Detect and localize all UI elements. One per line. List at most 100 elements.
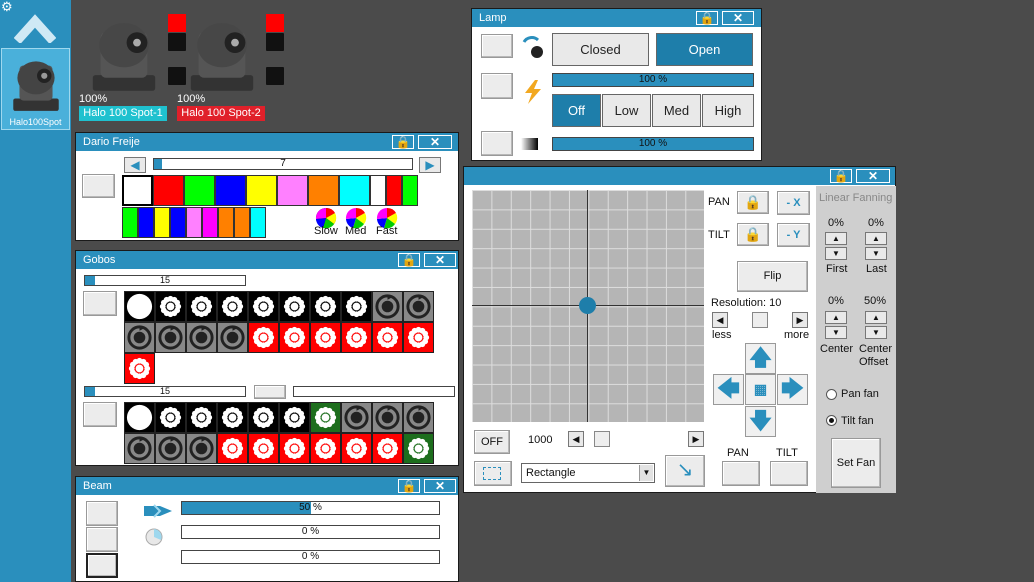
shutter-closed-button[interactable]: Closed bbox=[552, 33, 649, 66]
center-down-button[interactable]: ▼ bbox=[825, 326, 847, 339]
tilt-bottom-button[interactable] bbox=[770, 461, 808, 486]
color-swatch[interactable] bbox=[277, 175, 308, 206]
speed-right-button[interactable]: ▶ bbox=[688, 431, 704, 447]
color-swatch[interactable] bbox=[215, 175, 246, 206]
arrow-right-button[interactable]: 🡆 bbox=[777, 374, 808, 405]
gobo-slot[interactable] bbox=[341, 291, 372, 322]
lock-icon[interactable]: 🔒 bbox=[392, 135, 414, 149]
last-down-button[interactable]: ▼ bbox=[865, 247, 887, 260]
gobo-slot[interactable] bbox=[155, 322, 186, 353]
strobe-high-button[interactable]: High bbox=[702, 94, 754, 127]
focus-bar[interactable]: 50 % bbox=[181, 501, 440, 515]
gobo-slot[interactable] bbox=[372, 322, 403, 353]
offset-up-button[interactable]: ▲ bbox=[865, 311, 887, 324]
strobe-bar[interactable]: 100 % bbox=[552, 73, 754, 87]
arrow-down-button[interactable]: 🡇 bbox=[745, 406, 776, 437]
first-down-button[interactable]: ▼ bbox=[825, 247, 847, 260]
gobo-slot[interactable] bbox=[186, 433, 217, 464]
lamp-shutter-button[interactable] bbox=[481, 34, 513, 58]
gobo-slot[interactable] bbox=[186, 322, 217, 353]
arrow-left-button[interactable]: 🡄 bbox=[713, 374, 744, 405]
close-icon[interactable]: ✕ bbox=[424, 479, 456, 493]
color-swatch[interactable] bbox=[122, 175, 153, 206]
close-icon[interactable]: ✕ bbox=[418, 135, 452, 149]
color-slider[interactable]: 7 bbox=[153, 158, 413, 170]
gobo-slot[interactable] bbox=[279, 402, 310, 433]
color-swatch[interactable] bbox=[370, 175, 386, 206]
color-swatch[interactable] bbox=[153, 175, 184, 206]
strobe-med-button[interactable]: Med bbox=[652, 94, 701, 127]
fixture-card-1[interactable]: 100% Halo 100 Spot-1 bbox=[79, 5, 186, 125]
gobo-slot[interactable] bbox=[124, 402, 155, 433]
gobo-slot[interactable] bbox=[403, 433, 434, 464]
strobe-off-button[interactable]: Off bbox=[552, 94, 601, 127]
color-swatch[interactable] bbox=[218, 207, 234, 238]
close-icon[interactable]: ✕ bbox=[722, 11, 754, 25]
gobo-slot[interactable] bbox=[372, 402, 403, 433]
gobo-slot[interactable] bbox=[341, 433, 372, 464]
gobo-slot[interactable] bbox=[186, 291, 217, 322]
color-swatch[interactable] bbox=[138, 207, 154, 238]
gobo-slot[interactable] bbox=[155, 433, 186, 464]
gobo-slot[interactable] bbox=[217, 291, 248, 322]
lock-icon[interactable]: 🔒 bbox=[830, 169, 852, 183]
color-swatch[interactable] bbox=[402, 175, 418, 206]
lock-icon[interactable]: 🔒 bbox=[398, 253, 420, 267]
gobo-slot[interactable] bbox=[403, 322, 434, 353]
tilt-fan-radio[interactable] bbox=[826, 415, 837, 426]
gobo-slot[interactable] bbox=[186, 402, 217, 433]
frost-bar[interactable]: 0 % bbox=[181, 525, 440, 539]
gobo-slot[interactable] bbox=[372, 291, 403, 322]
fixture-card-2[interactable]: 100% Halo 100 Spot-2 bbox=[177, 5, 284, 125]
color-prev-button[interactable]: ◀ bbox=[124, 157, 146, 173]
gobo-slot[interactable] bbox=[310, 291, 341, 322]
gobo-wheel1-slider[interactable]: 15 bbox=[84, 275, 246, 286]
apply-shape-button[interactable]: ↘ bbox=[665, 455, 705, 487]
color-swatch[interactable] bbox=[308, 175, 339, 206]
gobo-slot[interactable] bbox=[248, 402, 279, 433]
frost-button[interactable] bbox=[86, 527, 118, 552]
gobo-slot[interactable] bbox=[310, 402, 341, 433]
color-swatch[interactable] bbox=[234, 207, 250, 238]
color-swatch[interactable] bbox=[202, 207, 218, 238]
gobo-slot[interactable] bbox=[217, 433, 248, 464]
resolution-more-button[interactable]: ▶ bbox=[792, 312, 808, 328]
close-icon[interactable]: ✕ bbox=[856, 169, 890, 183]
pan-lock-button[interactable]: 🔒 bbox=[737, 191, 769, 214]
shutter-open-button[interactable]: Open bbox=[656, 33, 753, 66]
shape-button[interactable] bbox=[474, 461, 512, 486]
gobo-slot[interactable] bbox=[279, 322, 310, 353]
last-up-button[interactable]: ▲ bbox=[865, 232, 887, 245]
first-up-button[interactable]: ▲ bbox=[825, 232, 847, 245]
gobo-slot[interactable] bbox=[403, 291, 434, 322]
gobo-slot[interactable] bbox=[124, 291, 155, 322]
offset-down-button[interactable]: ▼ bbox=[865, 326, 887, 339]
resolution-slider-thumb[interactable] bbox=[752, 312, 768, 328]
prism-button[interactable] bbox=[86, 553, 118, 578]
gobo-slot[interactable] bbox=[217, 402, 248, 433]
center-up-button[interactable]: ▲ bbox=[825, 311, 847, 324]
lock-icon[interactable]: 🔒 bbox=[696, 11, 718, 25]
arrow-up-button[interactable]: 🡅 bbox=[745, 343, 776, 374]
gobo-slot[interactable] bbox=[124, 353, 155, 384]
gobo-slot[interactable] bbox=[155, 402, 186, 433]
color-swatch[interactable] bbox=[184, 175, 215, 206]
color-swatch[interactable] bbox=[170, 207, 186, 238]
tilt-lock-button[interactable]: 🔒 bbox=[737, 223, 769, 246]
gobo-slot[interactable] bbox=[279, 433, 310, 464]
shape-select[interactable]: Rectangle ▼ bbox=[521, 463, 655, 483]
lamp-dimmer-button[interactable] bbox=[481, 131, 513, 156]
set-fan-button[interactable]: Set Fan bbox=[831, 438, 881, 488]
pantilt-position-handle[interactable] bbox=[579, 297, 596, 314]
chevron-up-icon[interactable] bbox=[14, 11, 56, 43]
flip-button[interactable]: Flip bbox=[737, 261, 808, 292]
gobo-slot[interactable] bbox=[124, 433, 155, 464]
lock-icon[interactable]: 🔒 bbox=[398, 479, 420, 493]
gobo-slot[interactable] bbox=[310, 322, 341, 353]
color-swatch[interactable] bbox=[186, 207, 202, 238]
gobo-slot[interactable] bbox=[341, 402, 372, 433]
color-swatch[interactable] bbox=[122, 207, 138, 238]
speed-left-button[interactable]: ◀ bbox=[568, 431, 584, 447]
color-swatch[interactable] bbox=[154, 207, 170, 238]
speed-slider-thumb[interactable] bbox=[594, 431, 610, 447]
